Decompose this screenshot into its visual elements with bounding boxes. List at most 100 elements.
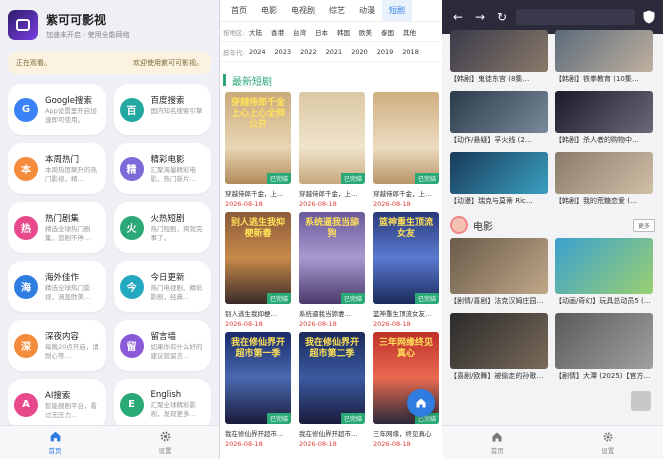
feature-desc: 本周热度飙升的热门影视，精… xyxy=(45,166,97,183)
tab-settings[interactable]: 设置 xyxy=(553,426,663,459)
tab-settings[interactable]: 设置 xyxy=(110,426,219,459)
back-arrow-icon[interactable]: ← xyxy=(450,9,466,25)
short-card[interactable]: 穿越侍郎千金上心上心全网公开 已完结 穿越侍郎千金，上… 2026-08-18 xyxy=(225,92,291,212)
year-option[interactable]: 2024 xyxy=(249,48,266,56)
nav-tab[interactable]: 电视剧 xyxy=(284,0,322,21)
movie-card[interactable]: 【喜剧/欧舞】被偷走的孙歌… xyxy=(450,313,548,381)
feature-text: 海外佳作 精选全球热门影视，涵盖欧美… xyxy=(45,271,100,302)
poster-title: 别人逃生我抑梗新春 xyxy=(230,218,285,239)
video-card[interactable]: 【韩剧】鬼徒东宫 (8集… xyxy=(450,30,548,84)
video-card[interactable]: 【韩剧】铁拳教育 (10集… xyxy=(555,30,653,84)
short-card[interactable]: 已完结 穿越侍郎千金，上… 2026-08-18 xyxy=(373,92,439,212)
year-filter-label: 按年代: xyxy=(223,48,245,57)
feature-name: 热门剧集 xyxy=(45,214,80,224)
scroll-top-button[interactable] xyxy=(631,391,651,411)
tab-home[interactable]: 首页 xyxy=(442,426,553,459)
section-header: 最新短剧 xyxy=(220,62,442,90)
video-card[interactable]: 【动作/悬疑】孚火线 (2… xyxy=(450,91,548,145)
feature-text: AI搜索 智能搜剧平台，看过无压力… xyxy=(45,389,100,420)
short-poster: 我在修仙界开超市第二季 已完结 xyxy=(299,332,365,424)
region-option[interactable]: 日本 xyxy=(315,27,328,37)
nav-tab[interactable]: 综艺 xyxy=(322,0,352,21)
short-poster: 系统逼我当舔狗 已完结 xyxy=(299,212,365,304)
video-card[interactable]: 【韩剧】杀人者的购物中… xyxy=(555,91,653,145)
region-option[interactable]: 台湾 xyxy=(293,27,306,37)
feature-desc: 智能搜剧平台，看过无压力… xyxy=(45,402,97,419)
nav-tab[interactable]: 动漫 xyxy=(352,0,382,21)
feature-desc: 汇聚海量精彩电影，热门新片… xyxy=(150,166,197,183)
short-card[interactable]: 我在修仙界开超市第一季 已完结 我在修仙界开超市… 2026-08-18 xyxy=(225,332,291,452)
feature-card[interactable]: E English 汇聚全球精彩影视，发现更多… xyxy=(113,379,211,430)
tab-settings-label: 设置 xyxy=(158,447,172,455)
app-header: 紫可可影视 加速未开启 · 使用全能网络 xyxy=(0,0,219,44)
video-title: 【韩剧】铁拳教育 (10集… xyxy=(555,75,639,83)
feature-icon: 本 xyxy=(14,156,38,181)
feature-card[interactable]: 深深夜内容 每晚20点开启，请耐心等… xyxy=(8,320,106,371)
movie-card[interactable]: 【动画/奇幻】玩具总动员5 (… xyxy=(555,238,653,306)
region-option[interactable]: 泰国 xyxy=(381,27,394,37)
forward-arrow-icon[interactable]: → xyxy=(472,9,488,25)
notice-bar[interactable]: 正在观看。 欢迎使用紫可可影视。 xyxy=(8,52,211,74)
app-logo-icon xyxy=(8,10,38,40)
tab-home[interactable]: 首页 xyxy=(0,426,110,459)
video-card[interactable]: 【韩剧】我的荒糖恋爱 (… xyxy=(555,152,653,206)
short-card[interactable]: 系统逼我当舔狗 已完结 系统逼我当舔妻… 2026-08-18 xyxy=(299,212,365,332)
home-icon xyxy=(416,398,426,408)
nav-tab[interactable]: 电影 xyxy=(254,0,284,21)
region-option[interactable]: 其他 xyxy=(403,27,416,37)
feature-icon: 今 xyxy=(119,274,144,299)
movie-title: 【喜剧/欧舞】被偷走的孙歌… xyxy=(450,372,544,380)
nav-tab[interactable]: 首页 xyxy=(224,0,254,21)
short-title: 我在修仙界开超市… xyxy=(225,430,284,438)
video-grid-top: 【韩剧】鬼徒东宫 (8集… 【韩剧】铁拳教育 (10集… 【动作/悬疑】孚火线 (2… xyxy=(442,30,663,206)
feature-text: 百度搜索 国内知名搜索引擎 xyxy=(151,94,203,125)
movie-card[interactable]: 【剧情】大潭 (2025)【官方… xyxy=(555,313,653,381)
region-option[interactable]: 香港 xyxy=(271,27,284,37)
year-option[interactable]: 2020 xyxy=(351,48,368,56)
region-option[interactable]: 大陆 xyxy=(249,27,262,37)
feature-name: 今日更新 xyxy=(150,273,185,283)
movie-thumbnail xyxy=(450,313,548,369)
nav-tab[interactable]: 短剧 xyxy=(382,0,412,21)
year-option[interactable]: 2018 xyxy=(402,48,419,56)
region-option[interactable]: 韩国 xyxy=(337,27,350,37)
refresh-icon[interactable]: ↻ xyxy=(494,9,510,25)
short-title: 我在修仙界开超市… xyxy=(299,430,358,438)
short-poster: 穿越侍郎千金上心上心全网公开 已完结 xyxy=(225,92,291,184)
year-option[interactable]: 2022 xyxy=(300,48,317,56)
feature-card[interactable]: A AI搜索 智能搜剧平台，看过无压力… xyxy=(8,379,106,430)
tab-home-label: 首页 xyxy=(48,447,62,455)
movie-thumbnail xyxy=(555,238,653,294)
feature-desc: 每晚20点开启，请耐心等… xyxy=(45,343,99,360)
feature-card[interactable]: 本本周热门 本周热度飙升的热门影视，精… xyxy=(8,143,106,194)
year-option[interactable]: 2019 xyxy=(377,48,394,56)
poster-title: 系统逼我当舔狗 xyxy=(304,218,359,239)
shield-icon[interactable] xyxy=(643,10,655,24)
short-card[interactable]: 已完结 穿越侍郎千金，上… 2026-08-18 xyxy=(299,92,365,212)
region-option[interactable]: 欧美 xyxy=(359,27,372,37)
feature-card[interactable]: 海海外佳作 精选全球热门影视，涵盖欧美… xyxy=(8,261,106,312)
more-button[interactable]: 更多 xyxy=(632,218,655,232)
feature-card[interactable]: 留留言墙 如果你有什么好的建议就留言… xyxy=(113,320,211,371)
browse-panel: ← → ↻ 【韩剧】鬼徒东宫 (8集… 【韩剧】铁拳教育 (10集… 【动作/悬疑】… xyxy=(442,0,663,459)
feature-card[interactable]: 今今日更新 热门电视剧、精彩影剧，经典… xyxy=(113,261,211,312)
url-bar[interactable] xyxy=(516,9,635,25)
short-card[interactable]: 篮神重生顶流女友 已完结 篮神重生顶流女友… 2026-08-18 xyxy=(373,212,439,332)
feature-card[interactable]: 火火热短剧 热门短剧，爽就完事了。 xyxy=(113,202,211,253)
feature-text: 精彩电影 汇聚海量精彩电影，热门新片… xyxy=(151,153,206,184)
year-option[interactable]: 2021 xyxy=(326,48,343,56)
video-card[interactable]: 【动漫】瑞克与莫蒂 Ric… xyxy=(450,152,548,206)
year-option[interactable]: 2023 xyxy=(275,48,292,56)
movie-section-title: 电影 xyxy=(473,221,493,233)
short-date: 2026-08-18 xyxy=(299,200,337,208)
short-card[interactable]: 别人逃生我抑梗新春 已完结 别人逃生我抑梗… 2026-08-18 xyxy=(225,212,291,332)
short-card[interactable]: 我在修仙界开超市第二季 已完结 我在修仙界开超市… 2026-08-18 xyxy=(299,332,365,452)
feature-name: 精彩电影 xyxy=(150,155,185,165)
movie-card[interactable]: 【剧情/喜剧】法克汉姆庄园… xyxy=(450,238,548,306)
feature-card[interactable]: G Google搜索 App设置里开启加速即可使用。 xyxy=(8,84,106,135)
feature-card[interactable]: 精精彩电影 汇聚海量精彩电影，热门新片… xyxy=(113,143,211,194)
feature-card[interactable]: 热热门剧集 精选全球热门剧集，追剧不停… xyxy=(8,202,106,253)
feature-card[interactable]: 百百度搜索 国内知名搜索引擎 xyxy=(113,84,211,135)
home-fab-button[interactable] xyxy=(407,389,435,417)
browser-toolbar: ← → ↻ xyxy=(442,0,663,34)
